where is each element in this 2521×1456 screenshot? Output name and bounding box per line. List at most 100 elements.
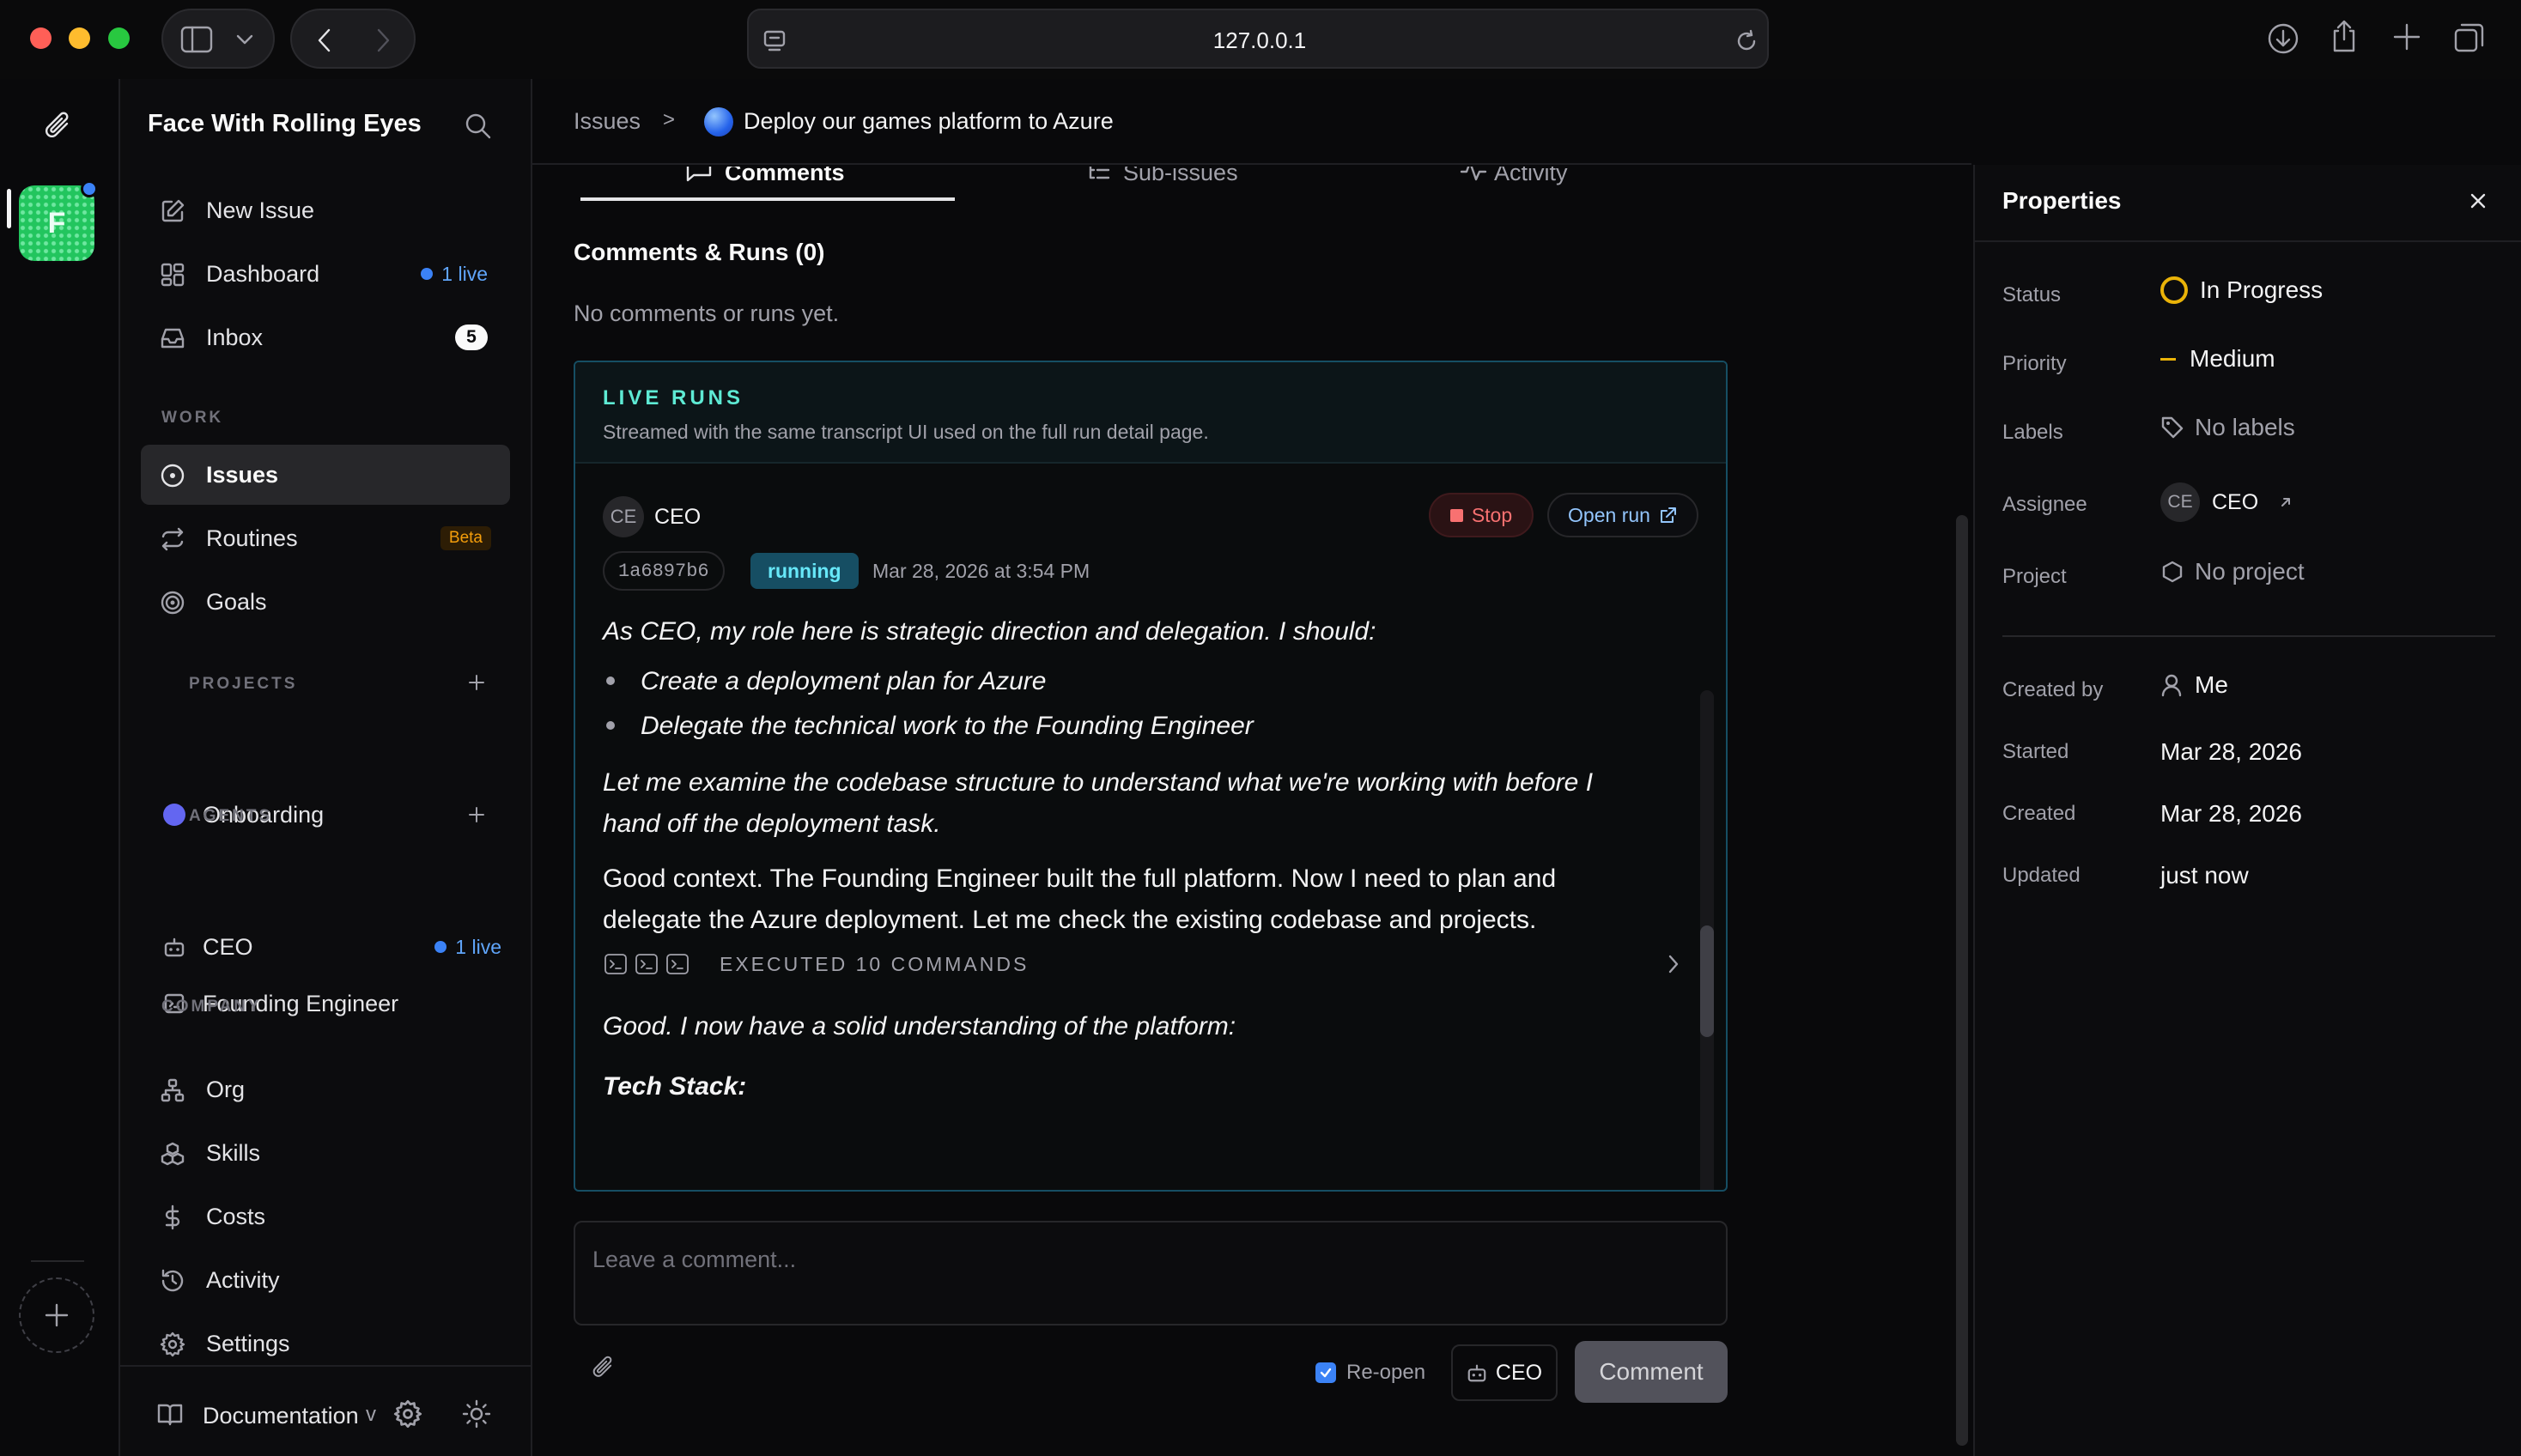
- workspace-avatar[interactable]: F: [19, 185, 94, 261]
- project-color-dot: [163, 804, 185, 826]
- created-value: Mar 28, 2026: [2160, 800, 2302, 827]
- comment-assignee-button[interactable]: CEO: [1451, 1344, 1558, 1401]
- open-run-button[interactable]: Open run: [1547, 493, 1698, 537]
- labels-label: Labels: [2002, 421, 2063, 444]
- comments-empty-text: No comments or runs yet.: [574, 300, 840, 326]
- sidebar-item-inbox[interactable]: Inbox 5: [141, 307, 510, 367]
- bullet-dot: [606, 721, 615, 730]
- project-value[interactable]: No project: [2160, 558, 2305, 585]
- priority-medium-icon: [2160, 357, 2176, 361]
- sidebar-footer-divider: [120, 1365, 532, 1367]
- close-window-button[interactable]: [30, 27, 52, 49]
- comment-textarea[interactable]: Leave a comment...: [574, 1221, 1728, 1326]
- executed-commands-row[interactable]: EXECUTED 10 COMMANDS: [603, 943, 1693, 986]
- sidebar-item-activity[interactable]: Activity: [141, 1250, 510, 1310]
- nav-label: Settings: [206, 1330, 290, 1356]
- sun-icon[interactable]: [462, 1399, 491, 1429]
- nav-label: Org: [206, 1076, 246, 1102]
- properties-title: Properties: [2002, 187, 2122, 214]
- comment-submit-button[interactable]: Comment: [1575, 1341, 1728, 1403]
- transcript-paragraph: Tech Stack:: [603, 1072, 747, 1101]
- assignee-label: Assignee: [2002, 493, 2087, 516]
- add-workspace-button[interactable]: [19, 1277, 94, 1353]
- sidebar-item-issues[interactable]: Issues: [141, 445, 510, 505]
- back-icon[interactable]: [314, 27, 335, 53]
- updated-label: Updated: [2002, 864, 2081, 887]
- new-tab-icon[interactable]: [2392, 22, 2421, 52]
- forward-icon[interactable]: [373, 27, 393, 53]
- beta-badge: Beta: [440, 526, 491, 550]
- attach-paperclip-icon[interactable]: [589, 1353, 618, 1384]
- assignee-avatar: CE: [2160, 482, 2200, 522]
- assignee-value[interactable]: CE CEO: [2160, 482, 2294, 522]
- nav-label: Skills: [206, 1139, 261, 1166]
- tag-icon: [2161, 416, 2184, 439]
- main-scrollbar-thumb[interactable]: [1956, 515, 1968, 1446]
- list-tree-icon: [1089, 167, 1110, 179]
- arrow-up-right-icon[interactable]: [2277, 494, 2294, 511]
- boxes-icon: [161, 1142, 185, 1166]
- live-badge: 1 live: [421, 263, 488, 286]
- documentation-link[interactable]: Documentation v: [141, 1392, 476, 1439]
- gear-icon: [160, 1332, 185, 1357]
- transcript-scrollbar-thumb[interactable]: [1700, 925, 1714, 1037]
- priority-label: Priority: [2002, 352, 2067, 375]
- section-header-company: COMPANY: [161, 998, 262, 1016]
- dashboard-icon: [161, 263, 185, 287]
- reload-icon[interactable]: [1734, 29, 1759, 53]
- live-badge-text: 1 live: [455, 935, 501, 958]
- open-run-label: Open run: [1568, 503, 1650, 526]
- live-badge-text: 1 live: [441, 262, 488, 285]
- inbox-icon: [161, 328, 185, 349]
- created-by-value: Me: [2160, 671, 2228, 699]
- address-bar[interactable]: 127.0.0.1: [747, 9, 1769, 69]
- close-icon[interactable]: [2468, 191, 2488, 211]
- transcript-paragraph: Good. I now have a solid understanding o…: [603, 1012, 1236, 1040]
- sidebar-item-costs[interactable]: Costs: [141, 1186, 510, 1247]
- share-icon[interactable]: [2329, 19, 2360, 53]
- transcript-paragraph: Let me examine the codebase structure to…: [603, 768, 1594, 838]
- section-header-work: WORK: [161, 409, 224, 427]
- add-agent-icon[interactable]: [467, 805, 486, 824]
- instance-settings-icon[interactable]: [393, 1399, 422, 1429]
- run-transcript: As CEO, my role here is strategic direct…: [575, 611, 1726, 1169]
- labels-value[interactable]: No labels: [2160, 414, 2295, 441]
- sidebar: Face With Rolling Eyes New Issue Dashboa…: [120, 79, 532, 1456]
- search-icon[interactable]: [464, 112, 493, 141]
- sidebar-item-goals[interactable]: Goals: [141, 572, 510, 632]
- status-value[interactable]: In Progress: [2160, 276, 2323, 304]
- sidebar-icon: [180, 26, 213, 53]
- stop-square-icon: [1449, 508, 1463, 522]
- new-issue-button[interactable]: New Issue: [141, 180, 510, 240]
- downloads-icon[interactable]: [2267, 22, 2299, 55]
- sidebar-item-dashboard[interactable]: Dashboard 1 live: [141, 244, 510, 304]
- started-value: Mar 28, 2026: [2160, 738, 2302, 765]
- tab-subissues[interactable]: Sub-issues: [1065, 167, 1322, 206]
- assignee-text: CEO: [2212, 489, 2259, 514]
- sidebar-toggle-button[interactable]: [161, 9, 275, 69]
- tab-activity[interactable]: Activity: [1460, 167, 1717, 206]
- user-icon: [2161, 674, 2182, 697]
- created-label: Created: [2002, 802, 2076, 825]
- bot-icon: [1467, 1364, 1486, 1382]
- agent-ceo[interactable]: CEO 1 live: [155, 919, 510, 975]
- reopen-checkbox[interactable]: Re-open: [1315, 1358, 1425, 1387]
- breadcrumb-issues-link[interactable]: Issues: [574, 108, 641, 135]
- tab-overview-icon[interactable]: [2452, 21, 2487, 55]
- sidebar-item-skills[interactable]: Skills: [141, 1123, 510, 1183]
- stop-run-button[interactable]: Stop: [1429, 493, 1534, 537]
- sidebar-item-routines[interactable]: Routines Beta: [141, 508, 510, 568]
- workspace-rail: F: [0, 79, 120, 1456]
- sidebar-item-org[interactable]: Org: [141, 1059, 510, 1119]
- add-project-icon[interactable]: [467, 673, 486, 692]
- url-text: 127.0.0.1: [1212, 27, 1307, 53]
- nav-label: CEO: [203, 933, 253, 960]
- chevron-down-icon: [236, 34, 253, 45]
- live-runs-header: LIVE RUNS Streamed with the same transcr…: [575, 362, 1726, 464]
- executed-commands-label: EXECUTED 10 COMMANDS: [720, 953, 1030, 975]
- minimize-window-button[interactable]: [69, 27, 90, 49]
- history-nav: [290, 9, 416, 69]
- zoom-window-button[interactable]: [108, 27, 130, 49]
- stop-label: Stop: [1471, 503, 1513, 526]
- priority-value[interactable]: Medium: [2160, 345, 2275, 373]
